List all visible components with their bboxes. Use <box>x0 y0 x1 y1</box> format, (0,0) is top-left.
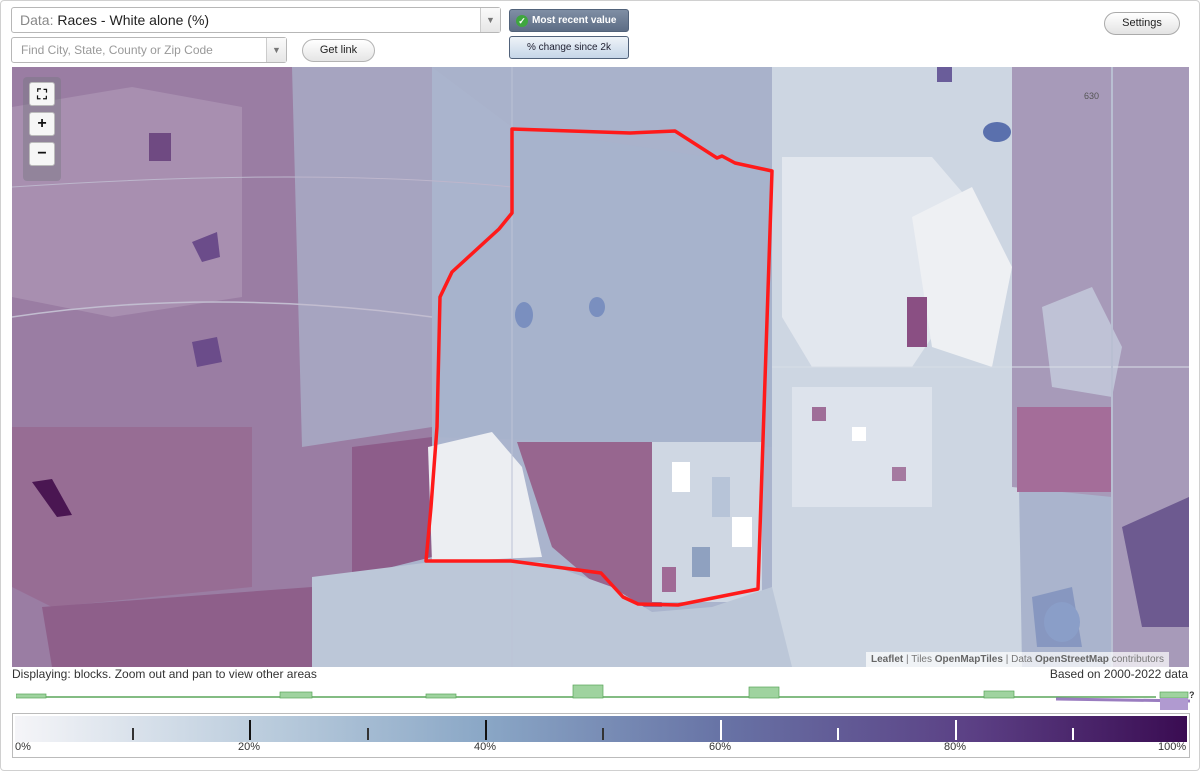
legend-label: 80% <box>944 741 967 753</box>
histogram-bar <box>1159 691 1189 699</box>
legend-tick <box>367 728 369 740</box>
southwest-block <box>12 427 252 607</box>
most-recent-value-button[interactable]: ✓ Most recent value <box>509 9 629 32</box>
data-select-prefix: Data: <box>20 12 54 28</box>
legend-gradient <box>15 716 1187 742</box>
histogram-bar <box>572 684 604 699</box>
block-cell <box>692 547 710 577</box>
data-label: Data <box>1011 654 1033 665</box>
dark-block <box>907 297 927 347</box>
histogram-bar <box>16 693 47 699</box>
get-link-button[interactable]: Get link <box>302 39 375 62</box>
most-recent-label: Most recent value <box>532 15 617 26</box>
far-east-purple-block <box>1017 407 1112 492</box>
histogram-bar <box>279 691 313 699</box>
legend-tick <box>1072 728 1074 740</box>
zoom-in-button[interactable]: + <box>29 112 55 136</box>
pond <box>983 122 1011 142</box>
zoom-out-button[interactable]: − <box>29 142 55 166</box>
block-cell <box>812 407 826 421</box>
location-search-input[interactable]: Find City, State, County or Zip Code ▼ <box>11 37 287 63</box>
block-cell <box>712 477 730 517</box>
block-cell <box>662 567 676 592</box>
block-cell <box>892 467 906 481</box>
road-label: 630 <box>1084 91 1099 101</box>
pond <box>1044 602 1080 642</box>
settings-button[interactable]: Settings <box>1104 12 1180 35</box>
legend-label: 0% <box>15 741 31 753</box>
contributors-label: contributors <box>1111 654 1164 665</box>
block-cell <box>852 427 866 441</box>
small-dark-block <box>937 67 952 82</box>
pond <box>589 297 605 317</box>
chevron-down-icon[interactable]: ▼ <box>480 8 500 32</box>
fullscreen-icon[interactable]: ⛶ <box>29 82 55 106</box>
legend-label: 20% <box>238 741 261 753</box>
check-icon: ✓ <box>516 15 528 27</box>
choropleth-map[interactable]: 630 <box>12 67 1189 667</box>
attribution-separator: | <box>906 654 909 665</box>
pct-change-button[interactable]: % change since 2k <box>509 36 629 59</box>
displaying-status: Displaying: blocks. Zoom out and pan to … <box>12 667 317 681</box>
histogram-negative-bar <box>1160 698 1188 710</box>
unknown-marker: ? <box>1189 690 1195 700</box>
west-dark-block <box>352 437 432 577</box>
legend-tick <box>602 728 604 740</box>
map-attribution: Leaflet | Tiles OpenMapTiles | Data Open… <box>866 652 1169 667</box>
histogram-bar <box>425 693 457 699</box>
legend-label: 40% <box>474 741 497 753</box>
data-variable-select[interactable]: Data: Races - White alone (%) ▼ <box>11 7 501 33</box>
legend-label: 100% <box>1158 741 1187 753</box>
legend-label: 60% <box>709 741 732 753</box>
histogram-bar <box>748 686 780 699</box>
data-range-note: Based on 2000-2022 data <box>1049 667 1188 681</box>
data-select-value: Races - White alone (%) <box>57 12 210 28</box>
openstreetmap-link[interactable]: OpenStreetMap <box>1035 654 1109 665</box>
map-canvas[interactable]: 630 <box>12 67 1189 667</box>
search-placeholder: Find City, State, County or Zip Code <box>21 43 213 57</box>
legend-tick <box>720 720 722 740</box>
attribution-separator: | <box>1005 654 1009 665</box>
tiles-label: Tiles <box>911 654 932 665</box>
west-central <box>292 67 432 447</box>
small-dark-block <box>192 337 222 367</box>
small-dark-block <box>149 133 171 161</box>
value-histogram <box>16 684 1190 710</box>
legend-tick <box>485 720 487 740</box>
zoom-control: ⛶ + − <box>23 77 61 181</box>
block-cell <box>732 517 752 547</box>
legend-tick <box>955 720 957 740</box>
chevron-down-icon[interactable]: ▼ <box>266 38 286 62</box>
legend-tick <box>132 728 134 740</box>
color-legend: 0% 20% 40% 60% 80% 100% <box>12 713 1190 758</box>
histogram-bar <box>983 690 1015 699</box>
block-cell <box>672 462 690 492</box>
legend-tick <box>837 728 839 740</box>
openmaptiles-link[interactable]: OpenMapTiles <box>935 654 1003 665</box>
legend-tick <box>249 720 251 740</box>
leaflet-link[interactable]: Leaflet <box>871 654 903 665</box>
east-checkered <box>792 387 932 507</box>
pond <box>515 302 533 328</box>
